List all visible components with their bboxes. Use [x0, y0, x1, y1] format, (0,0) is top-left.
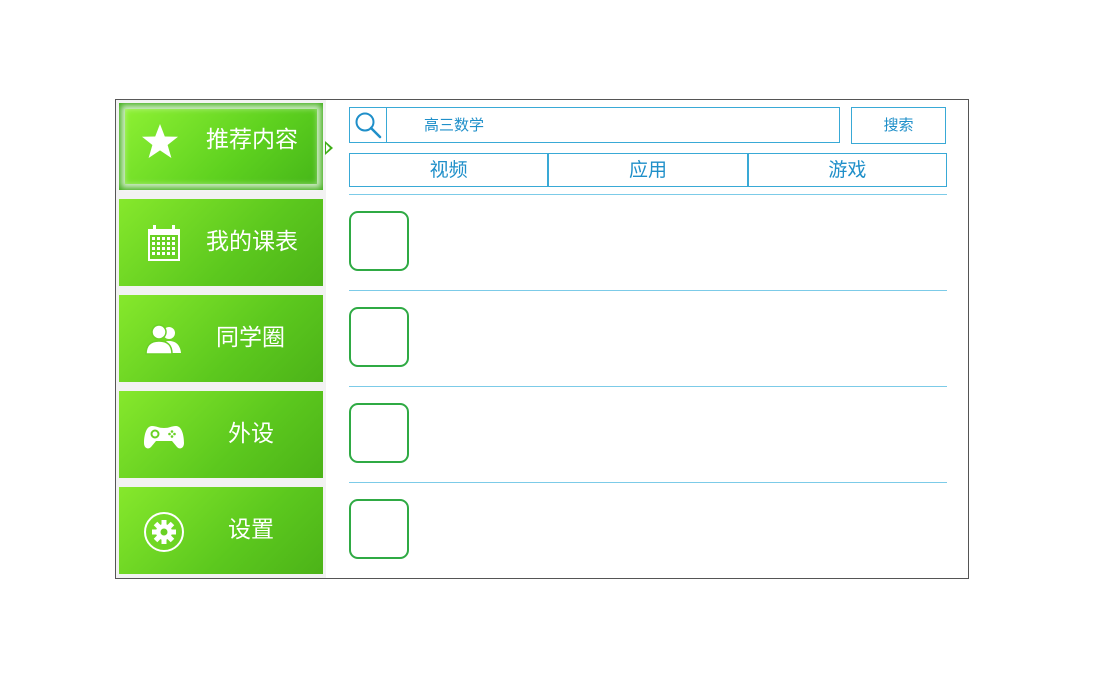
- list-item-thumbnail[interactable]: [349, 211, 409, 271]
- category-tabs: 视频 应用 游戏: [349, 153, 947, 187]
- tab-games[interactable]: 游戏: [749, 154, 946, 186]
- search-icon: [355, 112, 382, 139]
- app-window: 推荐内容 我的课表 同学圈 外设 设置 高三数学 搜索 视频 应用 游戏: [115, 99, 969, 579]
- sidebar-item-label: 我的课表: [206, 229, 298, 255]
- calendar-icon: [143, 224, 185, 264]
- users-icon: [143, 320, 185, 360]
- tab-video[interactable]: 视频: [350, 154, 550, 186]
- sidebar-item-peripherals[interactable]: 外设: [119, 391, 323, 478]
- active-arrow-indicator: [325, 141, 333, 155]
- list-item[interactable]: [349, 195, 947, 291]
- sidebar-item-settings[interactable]: 设置: [119, 487, 323, 574]
- list-item[interactable]: [349, 483, 947, 579]
- sidebar-item-label: 同学圈: [216, 325, 285, 351]
- list-item-thumbnail[interactable]: [349, 403, 409, 463]
- sidebar-item-classmates[interactable]: 同学圈: [119, 295, 323, 382]
- search-button-icon[interactable]: [349, 107, 387, 143]
- list-item[interactable]: [349, 291, 947, 387]
- sidebar-item-label: 外设: [228, 421, 274, 447]
- sidebar-item-schedule[interactable]: 我的课表: [119, 199, 323, 286]
- gear-icon: [143, 512, 185, 552]
- search-button[interactable]: 搜索: [851, 107, 946, 144]
- list-item[interactable]: [349, 387, 947, 483]
- gamepad-icon: [143, 416, 185, 456]
- star-icon: [139, 121, 181, 161]
- sidebar-item-label: 设置: [228, 517, 274, 543]
- list-item-thumbnail[interactable]: [349, 307, 409, 367]
- sidebar-item-recommended[interactable]: 推荐内容: [119, 103, 333, 190]
- sidebar-item-label: 推荐内容: [206, 127, 298, 153]
- search-input[interactable]: 高三数学: [387, 107, 840, 143]
- sidebar: 推荐内容 我的课表 同学圈 外设 设置: [116, 100, 333, 578]
- tab-apps[interactable]: 应用: [549, 154, 749, 186]
- list-item-thumbnail[interactable]: [349, 499, 409, 559]
